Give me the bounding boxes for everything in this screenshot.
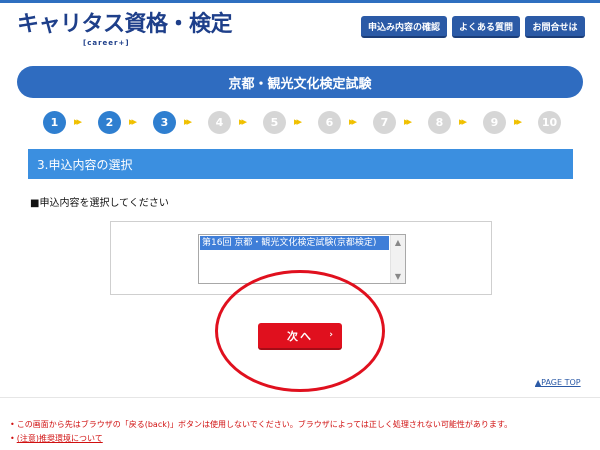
bullet-icon: • [10, 420, 15, 429]
scroll-down-arrow-icon[interactable]: ▼ [391, 270, 405, 282]
step-4: 4 [208, 111, 231, 134]
application-listbox[interactable]: 第16回 京都・観光文化検定試験(京都検定) ▲ ▼ [198, 234, 406, 284]
step-1: 1 [43, 111, 66, 134]
scroll-up-arrow-icon[interactable]: ▲ [391, 236, 405, 248]
next-button-label: 次へ [287, 329, 313, 343]
step-arrow-icon: ▸▸ [459, 115, 467, 128]
step-arrow-icon: ▸▸ [404, 115, 412, 128]
step-2: 2 [98, 111, 121, 134]
logo-subtext: [career+] [83, 39, 130, 47]
footer-divider [0, 397, 600, 398]
bullet-icon: • [10, 434, 15, 443]
recommended-environment-link[interactable]: (注意)推奨環境について [17, 434, 103, 443]
step-7: 7 [373, 111, 396, 134]
footer-notes: • この画面から先はブラウザの「戻る(back)」ボタンは使用しないでください。ブ… [10, 418, 512, 446]
contact-button[interactable]: お問合せは [525, 16, 585, 38]
step-5: 5 [263, 111, 286, 134]
site-logo[interactable]: キャリタス資格・検定 [career+] [17, 12, 233, 47]
exam-title-banner: 京都・観光文化検定試験 [17, 66, 583, 98]
page-top-link[interactable]: ▲PAGE TOP [535, 378, 581, 387]
step-8: 8 [428, 111, 451, 134]
step-indicator: 1 ▸▸ 2 ▸▸ 3 ▸▸ 4 ▸▸ 5 ▸▸ 6 ▸▸ 7 ▸▸ 8 ▸▸ 9 ▸▸ 10 [0, 111, 600, 137]
step-arrow-icon: ▸▸ [294, 115, 302, 128]
logo-text: キャリタス資格・検定 [17, 12, 233, 37]
step-arrow-icon: ▸▸ [239, 115, 247, 128]
step-arrow-icon: ▸▸ [514, 115, 522, 128]
instruction-text: ■申込内容を選択してください [30, 198, 169, 209]
selection-panel: 第16回 京都・観光文化検定試験(京都検定) ▲ ▼ [110, 221, 492, 295]
faq-button[interactable]: よくある質問 [452, 16, 520, 38]
listbox-scrollbar[interactable]: ▲ ▼ [390, 235, 405, 283]
step-arrow-icon: ▸▸ [129, 115, 137, 128]
application-check-button[interactable]: 申込み内容の確認 [361, 16, 447, 38]
step-arrow-icon: ▸▸ [349, 115, 357, 128]
chevron-right-icon: › [329, 330, 333, 340]
note-back-button-warning: • この画面から先はブラウザの「戻る(back)」ボタンは使用しないでください。ブ… [10, 418, 512, 432]
next-button[interactable]: 次へ › [258, 323, 342, 350]
note-recommended-env: • (注意)推奨環境について [10, 432, 512, 446]
step-9: 9 [483, 111, 506, 134]
note-text: この画面から先はブラウザの「戻る(back)」ボタンは使用しないでください。ブラ… [16, 420, 513, 429]
step-6: 6 [318, 111, 341, 134]
step-3: 3 [153, 111, 176, 134]
step-arrow-icon: ▸▸ [184, 115, 192, 128]
site-header: キャリタス資格・検定 [career+] 申込み内容の確認 よくある質問 お問合… [0, 3, 600, 55]
step-arrow-icon: ▸▸ [74, 115, 82, 128]
section-title: 3.申込内容の選択 [28, 149, 573, 179]
listbox-option-selected[interactable]: 第16回 京都・観光文化検定試験(京都検定) [200, 236, 389, 250]
step-10: 10 [538, 111, 561, 134]
